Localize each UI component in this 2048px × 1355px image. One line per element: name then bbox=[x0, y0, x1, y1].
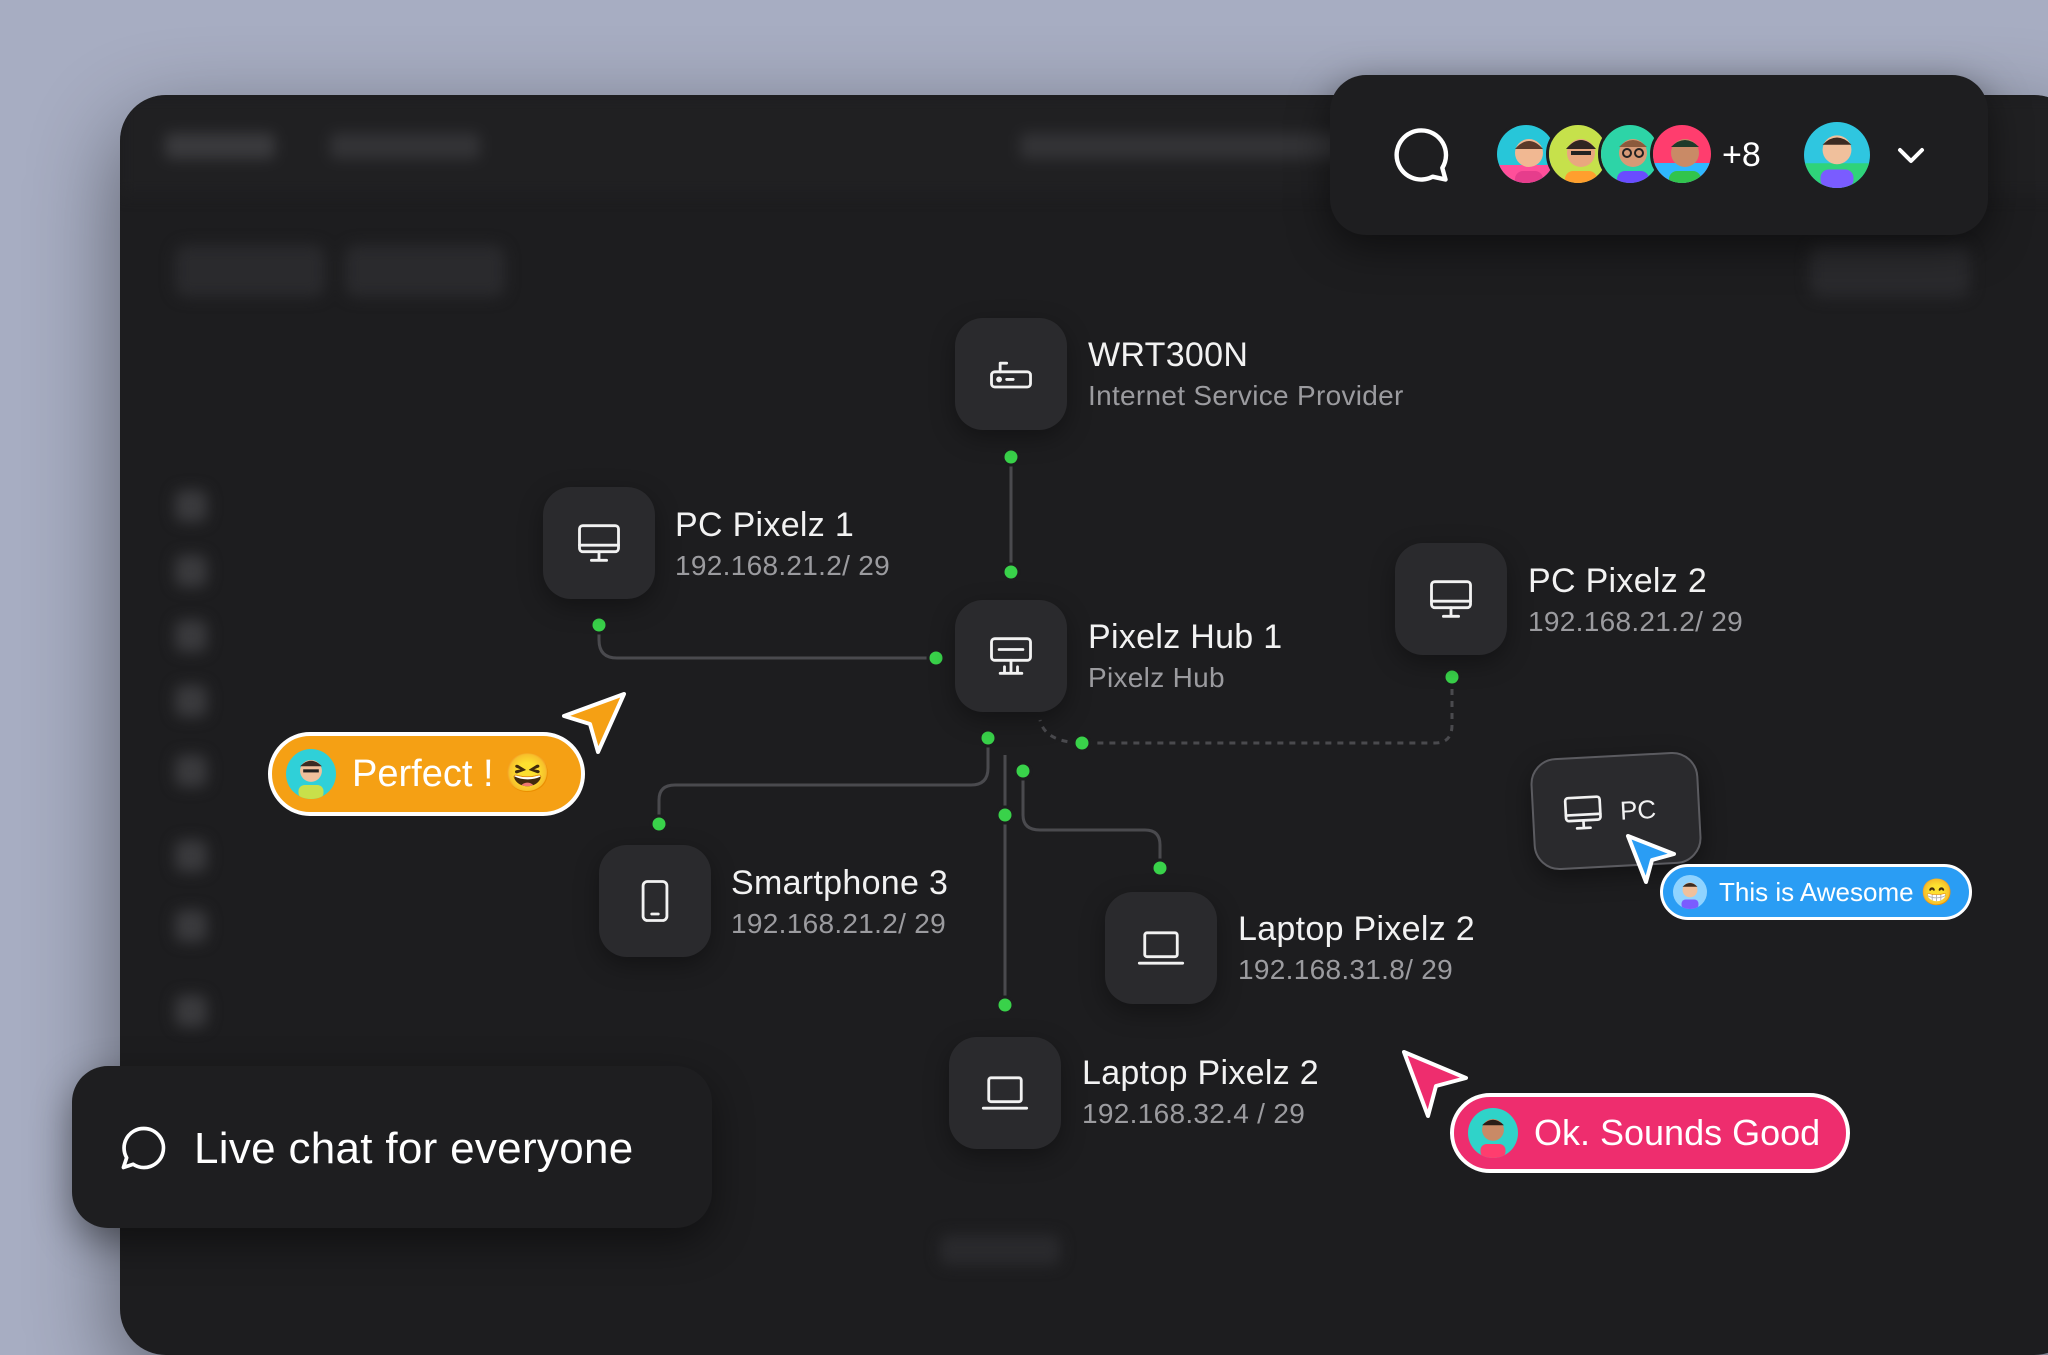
smartphone-icon bbox=[641, 880, 669, 922]
chat-bubble-sounds-good: Ok. Sounds Good bbox=[1450, 1093, 1851, 1173]
node-subtitle: Internet Service Provider bbox=[1088, 380, 1404, 411]
node-subtitle: 192.168.21.2/ 29 bbox=[731, 908, 946, 939]
node-pc-pixelz-2[interactable] bbox=[1395, 543, 1507, 655]
node-title: PC Pixelz 1 bbox=[675, 506, 855, 544]
orange-cursor-icon bbox=[562, 692, 626, 754]
node-title: Laptop Pixelz 2 bbox=[1238, 910, 1475, 948]
node-title: Pixelz Hub 1 bbox=[1088, 618, 1283, 656]
port-dot bbox=[1442, 667, 1462, 687]
link-hub-laptop-a bbox=[1021, 770, 1162, 868]
port-dot bbox=[1013, 761, 1033, 781]
node-pixelz-hub-1[interactable] bbox=[955, 600, 1067, 712]
link-hub-phone bbox=[657, 740, 990, 825]
monitor-icon bbox=[1563, 795, 1602, 830]
node-title: PC Pixelz 2 bbox=[1528, 562, 1708, 600]
node-subtitle: Pixelz Hub bbox=[1088, 662, 1225, 693]
node-laptop-pixelz-2a[interactable] bbox=[1105, 892, 1217, 1004]
port-dot bbox=[1150, 858, 1170, 878]
pc-card-label: PC bbox=[1619, 793, 1657, 826]
port-dot bbox=[1001, 562, 1021, 582]
port-dot bbox=[1072, 733, 1092, 753]
port-dot bbox=[926, 648, 946, 668]
node-title: WRT300N bbox=[1088, 336, 1249, 374]
node-subtitle: 192.168.21.2/ 29 bbox=[1528, 606, 1743, 637]
hub-icon bbox=[990, 637, 1032, 675]
link-pc1-hub bbox=[597, 625, 936, 660]
chevron-down-icon[interactable] bbox=[1894, 142, 1928, 168]
node-smartphone-3[interactable] bbox=[599, 845, 711, 957]
port-dot bbox=[589, 615, 609, 635]
node-subtitle: 192.168.32.4 / 29 bbox=[1082, 1098, 1306, 1129]
node-title: Smartphone 3 bbox=[731, 864, 949, 902]
port-dot bbox=[995, 805, 1015, 825]
monitor-icon bbox=[1430, 580, 1472, 618]
port-dot bbox=[1001, 447, 1021, 467]
node-pc-pixelz-1[interactable] bbox=[543, 487, 655, 599]
extra-collaborators-count[interactable]: +8 bbox=[1722, 136, 1761, 175]
chat-icon[interactable] bbox=[1390, 124, 1452, 186]
chat-bubble-awesome: This is Awesome 😁 bbox=[1660, 864, 1973, 920]
sender-avatar bbox=[286, 749, 336, 799]
port-dot bbox=[995, 995, 1015, 1015]
router-icon bbox=[990, 361, 1032, 389]
current-user-avatar[interactable] bbox=[1804, 122, 1870, 188]
collaborator-avatar[interactable] bbox=[1650, 122, 1714, 186]
live-chat-text: Live chat for everyone bbox=[194, 1124, 634, 1173]
message-text: This is Awesome 😁 bbox=[1719, 876, 1954, 907]
message-text: Perfect ! 😆 bbox=[352, 753, 552, 795]
laptop-icon bbox=[1137, 931, 1185, 965]
live-chat-card: Live chat for everyone bbox=[72, 1066, 712, 1228]
laptop-icon bbox=[981, 1076, 1029, 1110]
sender-avatar bbox=[1468, 1108, 1518, 1158]
node-laptop-pixelz-2b[interactable] bbox=[949, 1037, 1061, 1149]
sender-avatar bbox=[1673, 875, 1707, 909]
node-subtitle: 192.168.31.8/ 29 bbox=[1238, 954, 1453, 985]
node-title: Laptop Pixelz 2 bbox=[1082, 1054, 1319, 1092]
message-text: Ok. Sounds Good bbox=[1534, 1112, 1821, 1153]
node-subtitle: 192.168.21.2/ 29 bbox=[675, 550, 890, 581]
port-dot bbox=[978, 728, 998, 748]
port-dot bbox=[649, 814, 669, 834]
node-wrt300n[interactable] bbox=[955, 318, 1067, 430]
chat-bubble-perfect: Perfect ! 😆 bbox=[268, 732, 586, 816]
chat-icon bbox=[121, 1126, 166, 1170]
monitor-icon bbox=[578, 524, 620, 562]
